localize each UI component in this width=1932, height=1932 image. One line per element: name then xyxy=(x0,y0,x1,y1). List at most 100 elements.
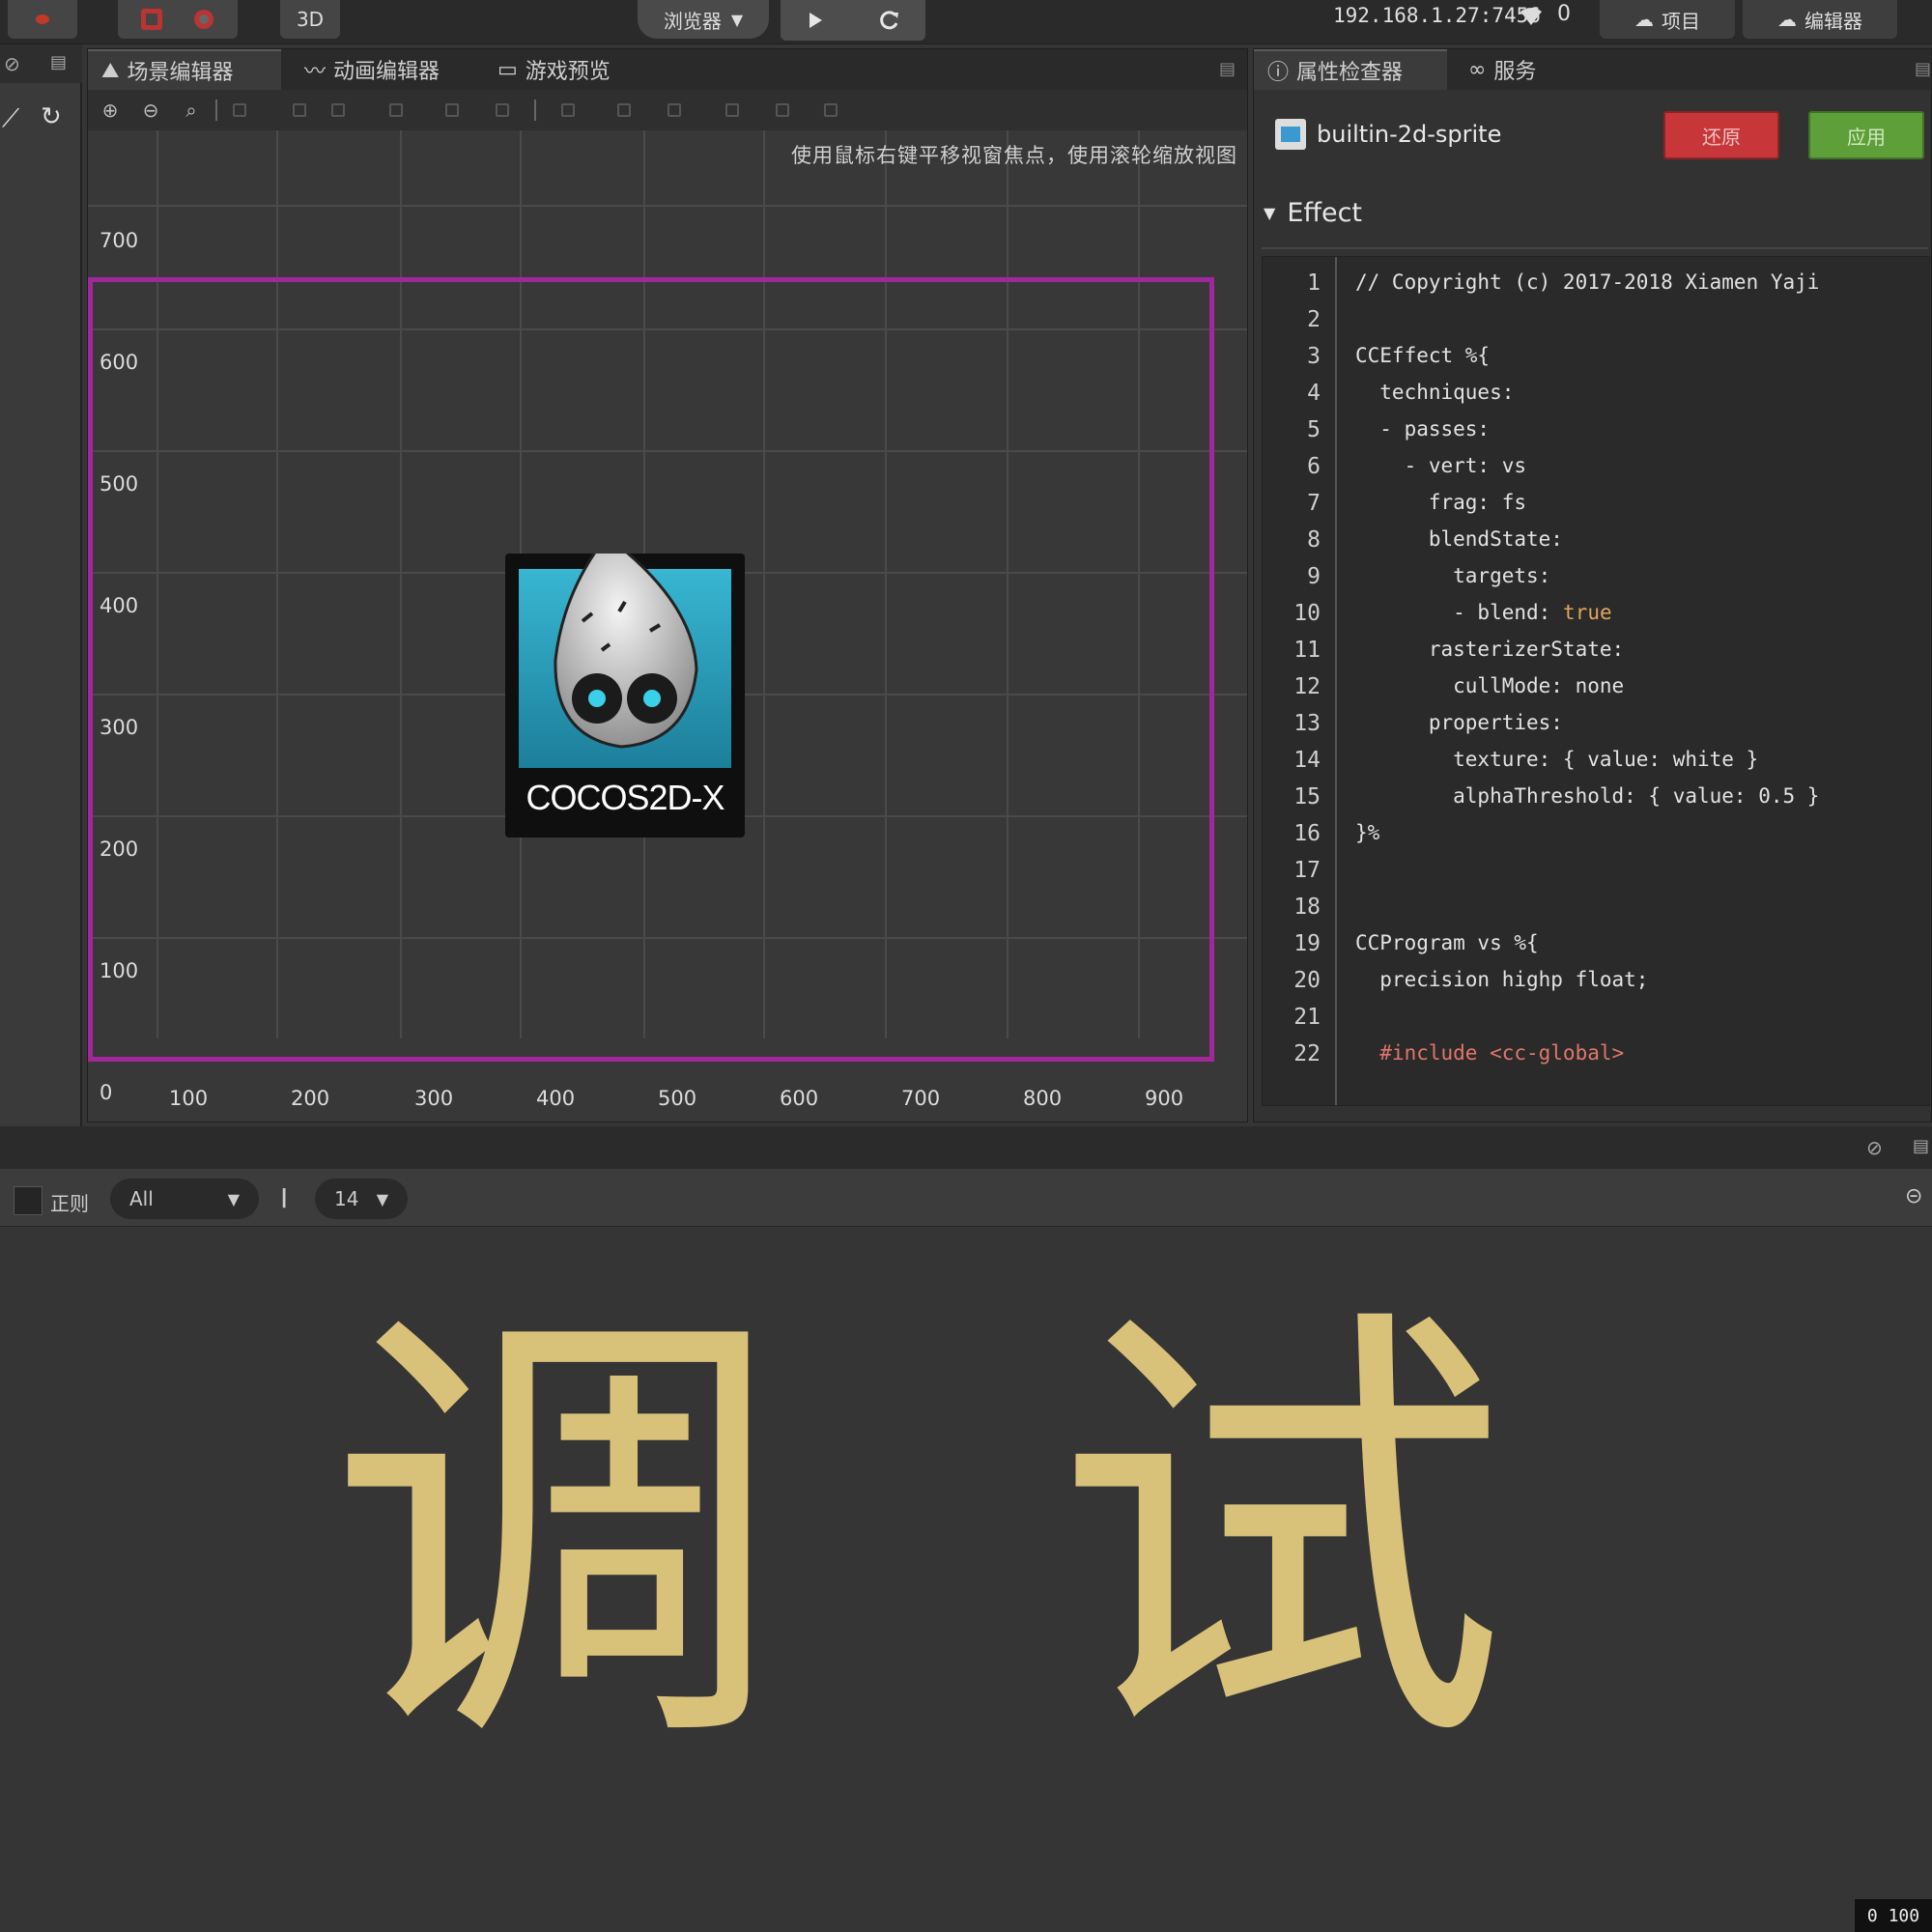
align-tool-icon[interactable] xyxy=(331,103,345,117)
code-line: 3 CCEffect %{ xyxy=(1263,344,1929,381)
code-text: precision highp float; xyxy=(1355,968,1649,991)
code-line: 5 - passes: xyxy=(1263,417,1929,454)
code-text: // Copyright (c) 2017-2018 Xiamen Yaji xyxy=(1355,270,1820,294)
x-axis-tick: 500 xyxy=(658,1087,697,1110)
distribute-tool-icon[interactable] xyxy=(776,103,789,117)
panel-menu-icon[interactable]: ▤ xyxy=(1219,59,1236,79)
line-number: 4 xyxy=(1307,381,1321,406)
title-char-1: 调 xyxy=(328,1271,782,1800)
brush-icon[interactable]: ⟋ xyxy=(2,104,19,134)
zoom-out-icon[interactable]: ⊖ xyxy=(136,97,165,124)
link-icon[interactable]: ⊘ xyxy=(1866,1136,1883,1159)
align-tool-icon[interactable] xyxy=(496,103,509,117)
align-tool-icon[interactable] xyxy=(445,103,459,117)
mode-3d-label: 3D xyxy=(296,8,325,31)
tab-label: 游戏预览 xyxy=(525,60,611,84)
y-axis-tick: 500 xyxy=(99,472,139,496)
play-icon[interactable] xyxy=(806,10,825,31)
distribute-tool-icon[interactable] xyxy=(617,103,631,117)
distribute-tool-icon[interactable] xyxy=(725,103,739,117)
tab-inspector[interactable]: ⓘ 属性检查器 xyxy=(1254,49,1447,90)
scene-hint-text: 使用鼠标右键平移视窗焦点，使用滚轮缩放视图 xyxy=(791,144,1237,167)
refresh-icon[interactable] xyxy=(879,10,900,31)
line-number: 13 xyxy=(1293,711,1321,736)
font-size-icon: Ⅰ xyxy=(280,1182,289,1214)
tab-animation-editor[interactable]: 〰 动画编辑器 xyxy=(291,49,474,90)
code-text: rasterizerState: xyxy=(1355,638,1625,661)
connected-count: 0 xyxy=(1557,2,1571,26)
console-header-bar: ⊘ ▤ xyxy=(0,1126,1932,1169)
wifi-icon xyxy=(1520,8,1542,25)
log-level-select[interactable]: All ▼ xyxy=(110,1179,259,1219)
apply-label: 应用 xyxy=(1847,125,1886,149)
effect-section-header[interactable]: ▼ Effect xyxy=(1264,198,1362,228)
tab-scene-editor[interactable]: ⛰ 场景编辑器 xyxy=(88,49,281,90)
refresh-icon[interactable]: ↻ xyxy=(41,102,62,131)
platform-select[interactable]: 浏览器 ▼ xyxy=(638,0,769,39)
revert-label: 还原 xyxy=(1702,125,1741,149)
effect-code-viewer[interactable]: 1 // Copyright (c) 2017-2018 Xiamen Yaji 2… xyxy=(1262,256,1930,1106)
x-axis-tick: 900 xyxy=(1145,1087,1184,1110)
font-size-select[interactable]: 14 ▼ xyxy=(315,1179,408,1219)
revert-button[interactable]: 还原 xyxy=(1663,111,1779,159)
scene-toolbar: ⊕ ⊖ ⌕ xyxy=(88,90,1247,131)
code-text: texture: { value: white } xyxy=(1355,748,1759,771)
open-project-button[interactable]: ☁ 项目 xyxy=(1600,0,1735,39)
code-line: 4 techniques: xyxy=(1263,381,1929,417)
clear-console-icon[interactable]: ⊝ xyxy=(1905,1184,1922,1208)
align-tool-icon[interactable] xyxy=(389,103,403,117)
zoom-reset-icon[interactable]: ⌕ xyxy=(177,97,206,124)
distribute-tool-icon[interactable] xyxy=(824,103,838,117)
align-tool-icon[interactable] xyxy=(233,103,246,117)
scene-viewport[interactable]: 使用鼠标右键平移视窗焦点，使用滚轮缩放视图 700 600 500 400 30… xyxy=(88,130,1247,1122)
x-axis-tick: 100 xyxy=(169,1087,209,1110)
asset-icon xyxy=(1275,119,1306,150)
x-axis-tick: 700 xyxy=(901,1087,941,1110)
open-editor-button[interactable]: ☁ 编辑器 xyxy=(1743,0,1897,39)
distribute-tool-icon[interactable] xyxy=(668,103,681,117)
inspector-panel: ⓘ 属性检查器 ∞ 服务 ▤ builtin-2d-sprite 还原 应用 ▼… xyxy=(1253,48,1932,1122)
code-line: 22 #include <cc-global> xyxy=(1263,1041,1929,1078)
rotate-tool-icon[interactable] xyxy=(190,7,217,32)
link-icon[interactable]: ⊘ xyxy=(4,52,20,75)
record-button[interactable] xyxy=(8,0,77,39)
game-icon: ▭ xyxy=(497,57,518,82)
line-number: 2 xyxy=(1307,307,1321,332)
inspector-tab-strip: ⓘ 属性检查器 ∞ 服务 ▤ xyxy=(1254,49,1931,90)
code-line: 18 xyxy=(1263,895,1929,931)
line-number: 17 xyxy=(1293,858,1321,883)
log-level-value: All xyxy=(129,1187,154,1210)
caret-down-icon: ▼ xyxy=(1264,204,1276,222)
font-size-value: 14 xyxy=(334,1187,359,1210)
cocos-logo-sprite[interactable]: COCOS2D-X xyxy=(505,554,745,838)
code-text: - passes: xyxy=(1355,417,1491,440)
x-axis-tick: 300 xyxy=(414,1087,454,1110)
line-number: 12 xyxy=(1293,674,1321,699)
apply-button[interactable]: 应用 xyxy=(1808,111,1924,159)
panel-menu-icon[interactable]: ▤ xyxy=(1915,59,1931,79)
code-text: blendState: xyxy=(1355,527,1563,551)
y-axis-tick: 600 xyxy=(99,351,139,374)
code-text: CCEffect %{ xyxy=(1355,344,1491,367)
tab-game-preview[interactable]: ▭ 游戏预览 xyxy=(484,49,648,90)
toolbar-separator xyxy=(215,99,217,121)
zoom-in-icon[interactable]: ⊕ xyxy=(96,97,125,124)
tab-label: 服务 xyxy=(1493,60,1537,84)
y-axis-tick: 200 xyxy=(99,838,139,861)
open-project-label: 项目 xyxy=(1662,9,1700,33)
panel-menu-icon[interactable]: ▤ xyxy=(1913,1136,1929,1156)
tab-services[interactable]: ∞ 服务 xyxy=(1455,49,1580,90)
code-line: 1 // Copyright (c) 2017-2018 Xiamen Yaji xyxy=(1263,270,1929,307)
mode-3d-button[interactable]: 3D xyxy=(280,0,340,39)
tab-label: 属性检查器 xyxy=(1296,61,1404,85)
code-line: 14 texture: { value: white } xyxy=(1263,748,1929,784)
code-line: 19 CCProgram vs %{ xyxy=(1263,931,1929,968)
regex-checkbox[interactable] xyxy=(14,1186,43,1215)
move-tool-icon[interactable] xyxy=(138,7,165,32)
scene-panel: ⛰ 场景编辑器 〰 动画编辑器 ▭ 游戏预览 ▤ ⊕ ⊖ ⌕ 使用鼠标右键平移视… xyxy=(87,48,1248,1122)
line-number: 8 xyxy=(1307,527,1321,553)
distribute-tool-icon[interactable] xyxy=(561,103,575,117)
panel-menu-icon[interactable]: ▤ xyxy=(50,52,67,72)
align-tool-icon[interactable] xyxy=(293,103,306,117)
regex-label: 正则 xyxy=(50,1192,89,1215)
